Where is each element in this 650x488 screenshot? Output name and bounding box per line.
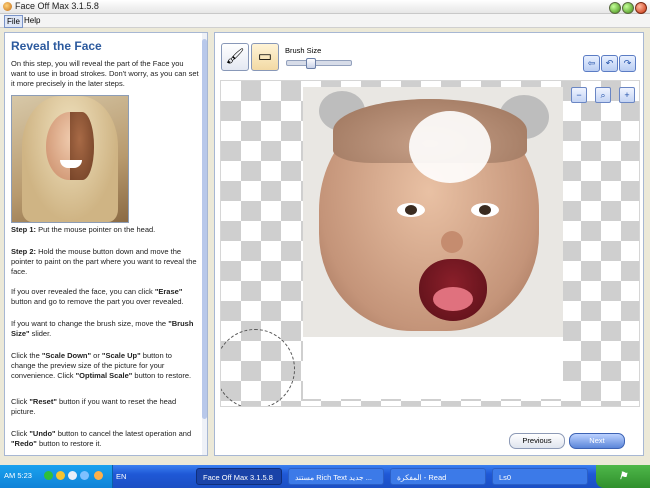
task-rich-text[interactable]: مستند Rich Text جديد ... bbox=[288, 468, 384, 485]
update-icon[interactable] bbox=[94, 471, 103, 480]
example-photo bbox=[11, 95, 129, 223]
intro-text: On this step, you will reveal the part o… bbox=[11, 59, 199, 88]
maximize-button[interactable] bbox=[622, 2, 634, 14]
menu-file[interactable]: File bbox=[4, 15, 23, 28]
task-notepad[interactable]: المفكرة - Read bbox=[390, 468, 486, 485]
zoom-out-icon: − bbox=[576, 90, 582, 100]
system-tray: AM 5:23 bbox=[0, 465, 113, 488]
reset-text: Click "Reset" button if you want to rese… bbox=[11, 397, 177, 416]
left-eye bbox=[397, 203, 425, 217]
brush-size-label: Brush Size bbox=[285, 46, 322, 55]
menu-help[interactable]: Help bbox=[22, 15, 42, 26]
magnifier-icon: ⌕ bbox=[600, 90, 606, 100]
clock: AM 5:23 bbox=[4, 471, 32, 480]
right-eye bbox=[471, 203, 499, 217]
app-icon bbox=[3, 2, 12, 11]
messenger-icon[interactable] bbox=[80, 471, 89, 480]
instructions-panel: Reveal the Face On this step, you will r… bbox=[4, 32, 208, 456]
task-face-off-max[interactable]: Face Off Max 3.1.5.8 bbox=[196, 468, 282, 485]
volume-icon[interactable] bbox=[56, 471, 65, 480]
brush-size-slider-thumb[interactable] bbox=[306, 58, 316, 69]
step1-text: Step 1: Put the mouse pointer on the hea… bbox=[11, 225, 156, 234]
revealed-area bbox=[409, 111, 491, 183]
workspace-panel: 🖌 ▭ Brush Size ⇦ ↶ ↷ − ⌕ + Previous Next bbox=[214, 32, 644, 456]
undo-icon: ↶ bbox=[605, 58, 614, 68]
window-title: Face Off Max 3.1.5.8 bbox=[15, 1, 99, 11]
edit-canvas[interactable]: − ⌕ + bbox=[220, 80, 640, 407]
erase-text: If you over revealed the face, you can c… bbox=[11, 287, 184, 306]
scale-down-icon: ⇦ bbox=[587, 58, 596, 68]
zoom-in-icon: + bbox=[624, 90, 630, 100]
network-icon[interactable] bbox=[44, 471, 53, 480]
brush-size-text: If you want to change the brush size, mo… bbox=[11, 319, 194, 338]
taskbar: AM 5:23 EN Face Off Max 3.1.5.8 مستند Ri… bbox=[0, 465, 650, 488]
language-indicator[interactable]: EN bbox=[116, 472, 126, 481]
scale-text: Click the "Scale Down" or "Scale Up" but… bbox=[11, 351, 192, 380]
previous-button[interactable]: Previous bbox=[509, 433, 565, 449]
security-icon[interactable] bbox=[68, 471, 77, 480]
brush-icon: 🖌 bbox=[225, 48, 245, 65]
brush-size-slider[interactable] bbox=[286, 58, 352, 69]
task-folder[interactable]: Ls0 bbox=[492, 468, 588, 485]
step2-text: Step 2: Hold the mouse button down and m… bbox=[11, 247, 197, 276]
start-button[interactable]: ⚑ bbox=[596, 465, 650, 488]
close-button[interactable] bbox=[635, 2, 647, 14]
brush-tool-button[interactable]: 🖌 bbox=[221, 43, 249, 71]
next-button[interactable]: Next bbox=[569, 433, 625, 449]
zoom-in-button[interactable]: + bbox=[619, 87, 635, 103]
menu-bar: File Help bbox=[0, 14, 650, 28]
scale-down-button[interactable]: ⇦ bbox=[583, 55, 600, 72]
panel-title: Reveal the Face bbox=[11, 39, 102, 53]
optimal-scale-button[interactable]: ⌕ bbox=[595, 87, 611, 103]
title-bar: Face Off Max 3.1.5.8 bbox=[0, 0, 650, 14]
windows-logo-icon: ⚑ bbox=[618, 471, 628, 482]
zoom-out-button[interactable]: − bbox=[571, 87, 587, 103]
brush-cursor bbox=[221, 329, 295, 406]
panel-scrollbar[interactable] bbox=[202, 33, 207, 455]
minimize-button[interactable] bbox=[609, 2, 621, 14]
eraser-icon: ▭ bbox=[257, 48, 273, 65]
eraser-tool-button[interactable]: ▭ bbox=[251, 43, 279, 71]
undo-redo-text: Click "Undo" button to cancel the latest… bbox=[11, 429, 192, 448]
scrollbar-thumb[interactable] bbox=[202, 39, 207, 419]
redo-icon: ↷ bbox=[623, 58, 632, 68]
undo-button[interactable]: ↶ bbox=[601, 55, 618, 72]
redo-button[interactable]: ↷ bbox=[619, 55, 636, 72]
